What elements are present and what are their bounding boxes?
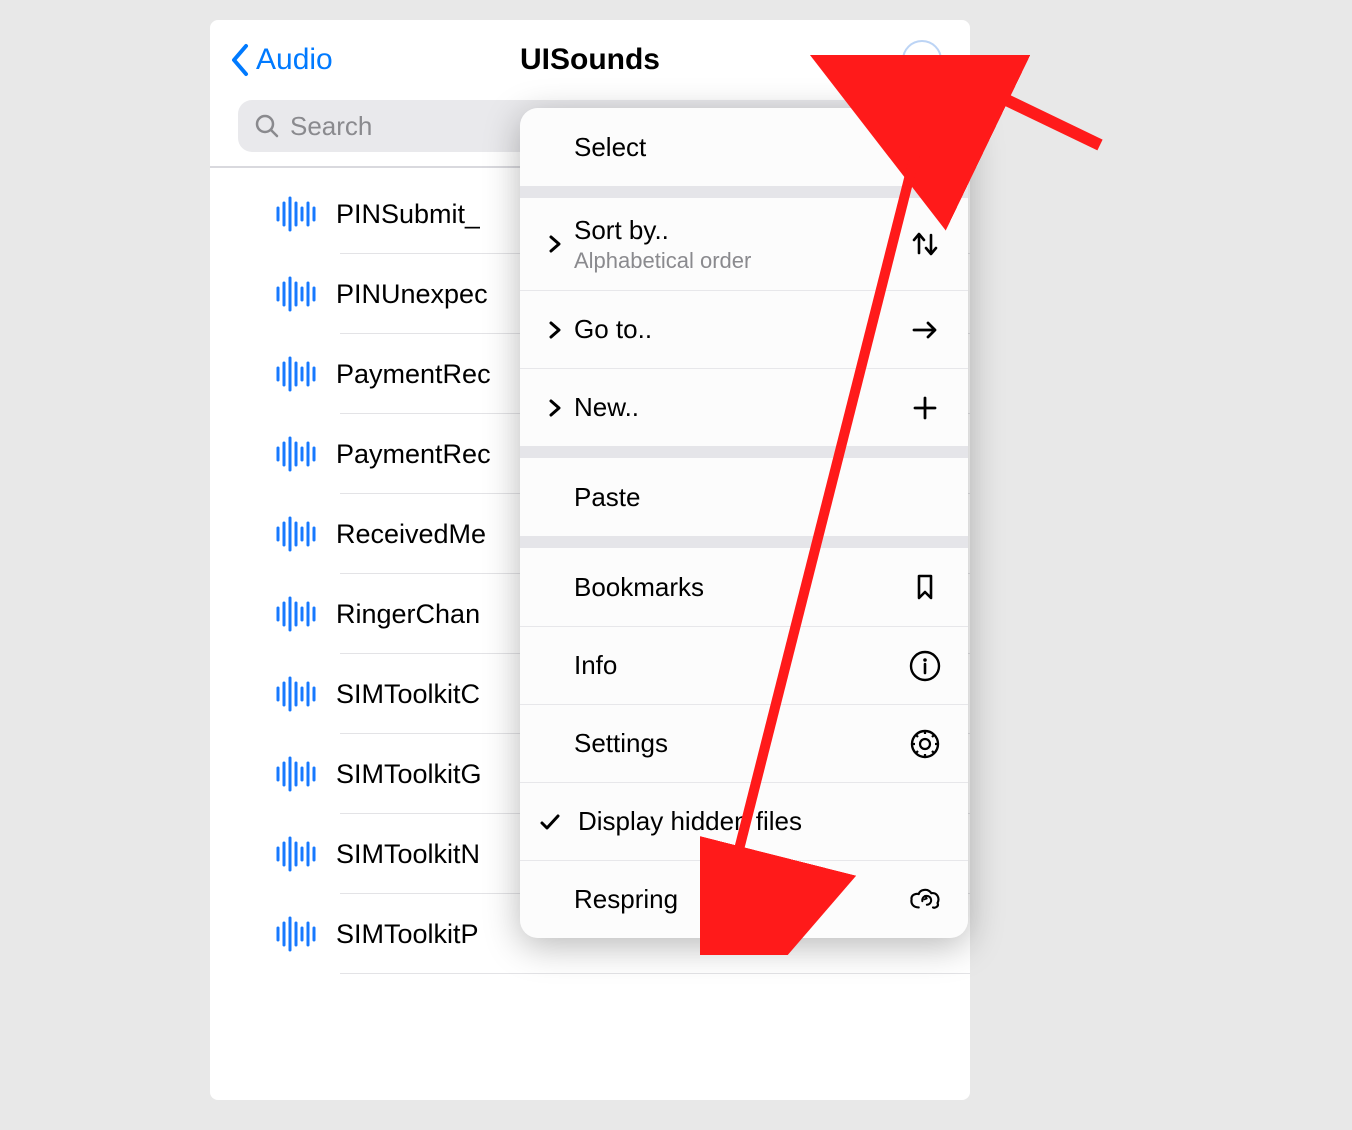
plus-icon (908, 391, 942, 425)
menu-sort-by-label: Sort by.. (574, 215, 898, 246)
menu-respring[interactable]: Respring (520, 860, 968, 938)
ellipsis-icon (911, 57, 933, 63)
menu-sort-by-sublabel: Alphabetical order (574, 248, 898, 274)
check-icon (538, 810, 562, 834)
menu-new[interactable]: New.. (520, 368, 968, 446)
audio-wave-icon (274, 914, 318, 954)
search-icon (254, 113, 280, 139)
audio-wave-icon (274, 354, 318, 394)
arrow-right-icon (908, 313, 942, 347)
chevron-right-icon (546, 398, 564, 418)
menu-new-label: New.. (574, 392, 898, 423)
menu-respring-label: Respring (574, 884, 898, 915)
file-name: SIMToolkitP (336, 919, 479, 950)
menu-select-label: Select (574, 132, 898, 163)
menu-paste-label: Paste (574, 482, 942, 513)
page-title: UISounds (520, 43, 660, 77)
menu-settings-label: Settings (574, 728, 898, 759)
menu-info[interactable]: Info (520, 626, 968, 704)
back-label: Audio (256, 43, 333, 77)
audio-wave-icon (274, 594, 318, 634)
audio-wave-icon (274, 194, 318, 234)
chevron-right-icon (546, 234, 564, 254)
gear-icon (908, 727, 942, 761)
file-name: SIMToolkitC (336, 679, 480, 710)
menu-info-label: Info (574, 650, 898, 681)
file-name: PaymentRec (336, 359, 491, 390)
menu-bookmarks-label: Bookmarks (574, 572, 898, 603)
cloud-reload-icon (908, 883, 942, 917)
select-circle-check-icon (908, 130, 942, 164)
file-name: PINSubmit_ (336, 199, 480, 230)
bookmark-icon (908, 570, 942, 604)
options-menu: Select Sort by.. Alphabetical order (520, 108, 968, 938)
file-name: ReceivedMe (336, 519, 486, 550)
chevron-right-icon (546, 320, 564, 340)
audio-wave-icon (274, 834, 318, 874)
menu-select[interactable]: Select (520, 108, 968, 186)
menu-bookmarks[interactable]: Bookmarks (520, 548, 968, 626)
sort-arrows-icon (908, 227, 942, 261)
menu-paste[interactable]: Paste (520, 458, 968, 536)
file-name: SIMToolkitN (336, 839, 480, 870)
back-button[interactable]: Audio (228, 42, 333, 78)
audio-wave-icon (274, 274, 318, 314)
header-bar: Audio UISounds (210, 20, 970, 92)
audio-wave-icon (274, 674, 318, 714)
file-name: PINUnexpec (336, 279, 488, 310)
menu-display-hidden-label: Display hidden files (578, 806, 942, 837)
menu-go-to[interactable]: Go to.. (520, 290, 968, 368)
audio-wave-icon (274, 514, 318, 554)
audio-wave-icon (274, 754, 318, 794)
file-name: RingerChan (336, 599, 480, 630)
menu-go-to-label: Go to.. (574, 314, 898, 345)
menu-display-hidden[interactable]: Display hidden files (520, 782, 968, 860)
menu-settings[interactable]: Settings (520, 704, 968, 782)
file-name: PaymentRec (336, 439, 491, 470)
chevron-left-icon (228, 42, 252, 78)
menu-sort-by[interactable]: Sort by.. Alphabetical order (520, 198, 968, 290)
info-icon (908, 649, 942, 683)
more-options-button[interactable] (902, 40, 942, 80)
file-name: SIMToolkitG (336, 759, 482, 790)
audio-wave-icon (274, 434, 318, 474)
